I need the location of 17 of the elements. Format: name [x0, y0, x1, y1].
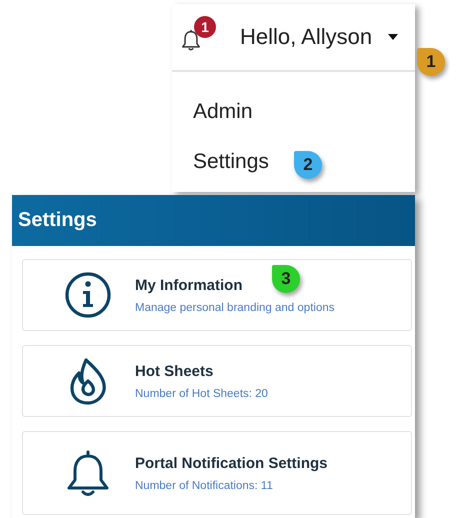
card-subtitle: Manage personal branding and options	[135, 302, 334, 314]
settings-card[interactable]: Portal Notification Settings Number of Notifications: 11	[22, 431, 412, 515]
notification-badge: 1	[194, 16, 216, 38]
card-subtitle: Number of Notifications: 11	[135, 480, 273, 492]
callout-marker: 1	[417, 48, 445, 76]
card-title: Hot Sheets	[135, 362, 214, 380]
user-menu-greeting[interactable]: Hello, Allyson	[240, 24, 372, 50]
card-title: Portal Notification Settings	[135, 454, 328, 472]
settings-title: Settings	[18, 209, 97, 232]
settings-card[interactable]: Hot Sheets Number of Hot Sheets: 20	[22, 345, 412, 417]
info-icon	[64, 271, 112, 319]
menu-item[interactable]: Settings	[193, 146, 269, 178]
caret-icon[interactable]	[388, 34, 398, 40]
card-subtitle: Number of Hot Sheets: 20	[135, 388, 268, 400]
card-title: My Information	[135, 276, 242, 294]
notification-bell-icon[interactable]	[180, 28, 202, 52]
menu-item[interactable]: Admin	[193, 96, 253, 128]
